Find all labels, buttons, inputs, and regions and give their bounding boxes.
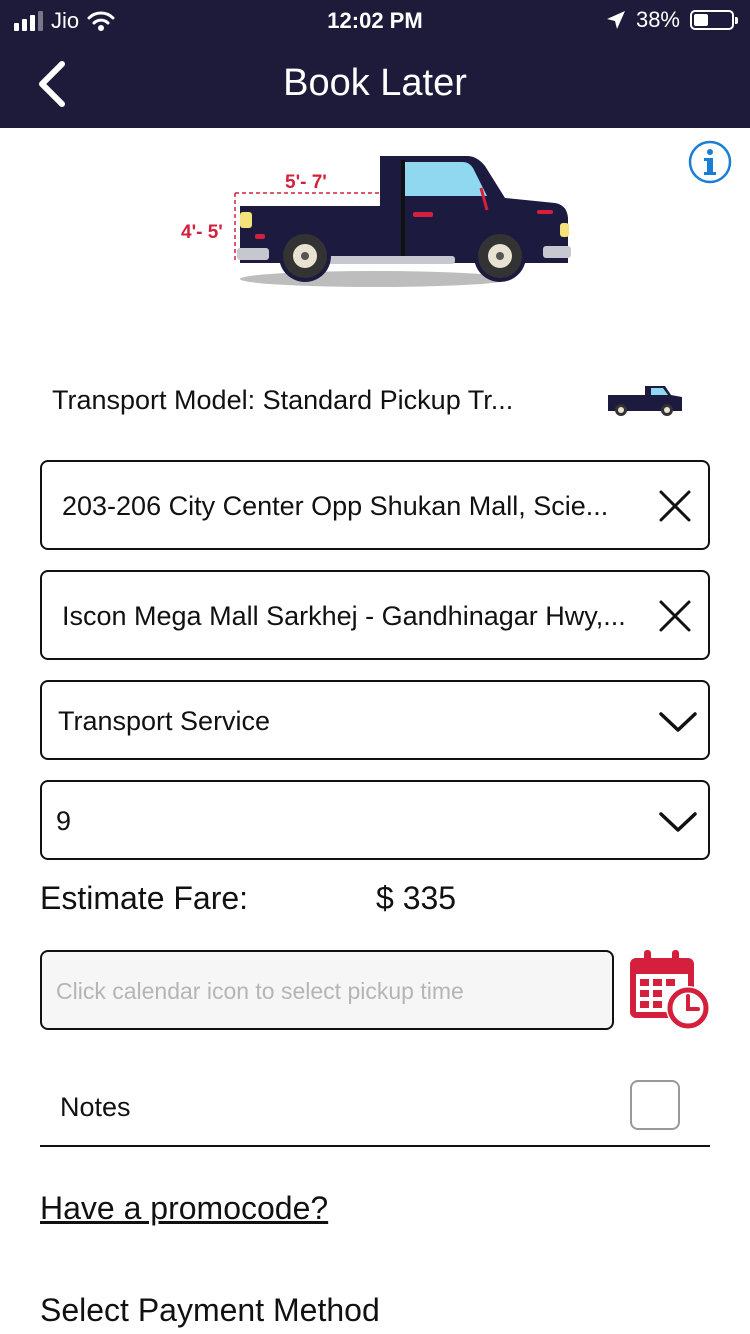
transport-model-row: Transport Model: Standard Pickup Tr... — [52, 385, 692, 421]
chevron-down-icon — [659, 712, 697, 732]
battery-icon — [690, 10, 738, 30]
battery-percent: 38% — [635, 7, 680, 32]
service-select-value: Transport Service — [58, 706, 271, 736]
service-select[interactable]: Transport Service — [40, 680, 710, 760]
dropoff-address-text: Iscon Mega Mall Sarkhej - Gandhinagar Hw… — [62, 601, 626, 631]
estimate-fare-value: $ 335 — [376, 880, 457, 916]
truck-length-label: 5'- 7' — [285, 172, 327, 193]
promocode-link[interactable]: Have a promocode? — [40, 1190, 328, 1227]
payment-method-heading: Select Payment Method — [40, 1292, 380, 1328]
transport-model-label: Transport Model: Standard Pickup Tr... — [52, 385, 514, 415]
notes-label: Notes — [60, 1092, 131, 1122]
truck-height-label: 4'- 5' — [181, 222, 223, 243]
estimate-fare-label: Estimate Fare: — [40, 880, 249, 916]
calendar-clock-icon[interactable] — [626, 946, 714, 1034]
pickup-address-field[interactable]: 203-206 City Center Opp Shukan Mall, Sci… — [40, 460, 710, 550]
dropoff-address-field[interactable]: Iscon Mega Mall Sarkhej - Gandhinagar Hw… — [40, 570, 710, 660]
pickup-truck-illustration: 5'- 7' 4'- 5' — [181, 156, 571, 287]
page-title: Book Later — [283, 62, 467, 104]
pickup-time-input[interactable] — [54, 970, 598, 1012]
info-icon[interactable] — [688, 140, 732, 184]
quantity-select-value: 9 — [56, 806, 72, 836]
pickup-time-field[interactable] — [40, 950, 614, 1030]
location-arrow-icon — [606, 11, 625, 29]
chevron-down-icon — [659, 812, 697, 832]
nav-bar: Book Later — [0, 40, 750, 128]
status-right: 38% — [606, 7, 738, 33]
clear-dropoff-icon[interactable] — [658, 599, 692, 633]
quantity-select[interactable]: 9 — [40, 780, 710, 860]
notes-checkbox[interactable] — [630, 1080, 680, 1130]
status-bar: Jio 12:02 PM 38% — [0, 0, 750, 40]
divider — [40, 1145, 710, 1147]
clear-pickup-icon[interactable] — [658, 489, 692, 523]
pickup-address-text: 203-206 City Center Opp Shukan Mall, Sci… — [62, 491, 609, 521]
mini-truck-icon — [608, 386, 682, 416]
